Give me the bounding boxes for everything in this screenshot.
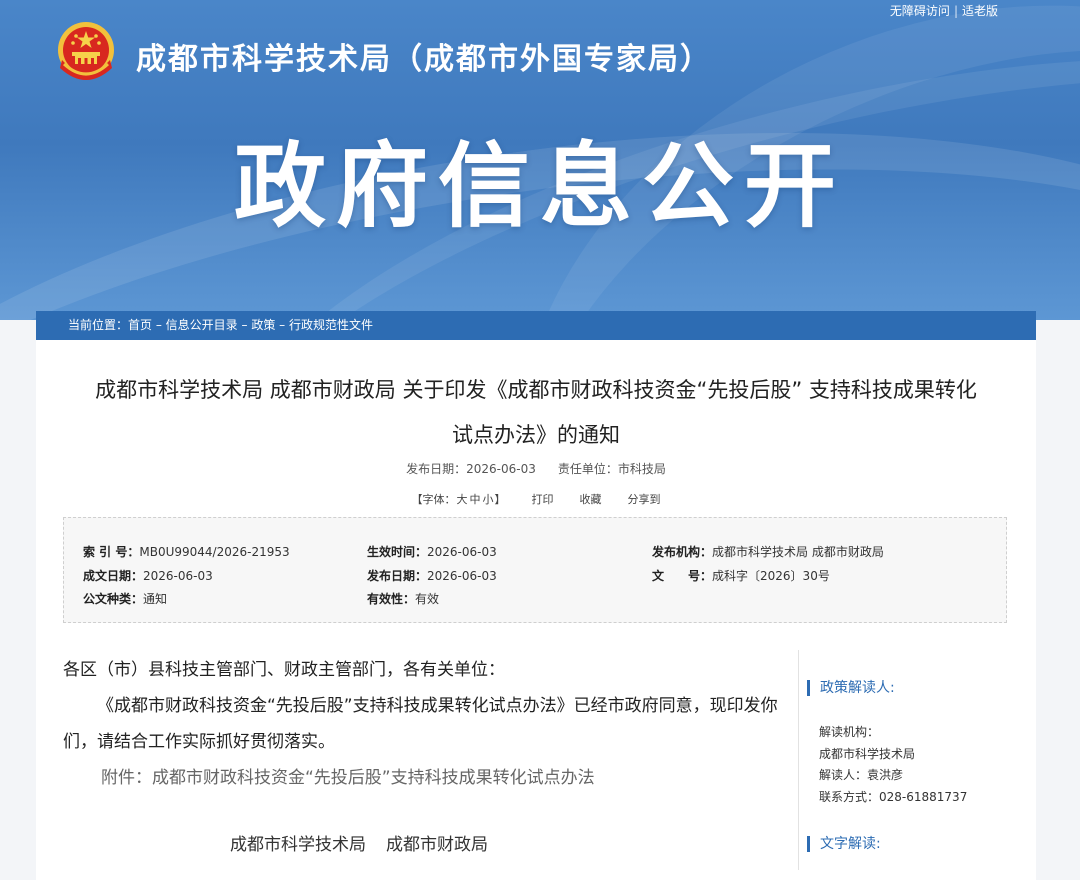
info-doc-number: 文 号：成科字〔2026〕30号 <box>652 567 830 584</box>
info-written-date-label: 成文日期： <box>83 569 144 583</box>
font-size-small-button[interactable]: 小 <box>483 493 494 506</box>
interpret-person-label: 解读人： <box>819 768 868 782</box>
info-issuer-label: 发布机构： <box>652 545 713 559</box>
info-effective-value: 2026-06-03 <box>427 545 497 559</box>
content-card: 成都市科学技术局 成都市财政局 关于印发《成都市财政科技资金“先投后股” 支持科… <box>36 340 1036 880</box>
breadcrumb: 当前位置：首页 – 信息公开目录 – 政策 – 行政规范性文件 <box>36 311 1036 340</box>
publish-date-label: 发布日期： <box>406 462 467 476</box>
national-emblem-icon <box>58 22 114 80</box>
breadcrumb-home-link[interactable]: 首页 <box>128 318 152 332</box>
breadcrumb-info-catalog-link[interactable]: 信息公开目录 <box>166 318 238 332</box>
interpret-org-value: 成都市科学技术局 <box>819 747 916 761</box>
article-title-line: 试点办法》的通知 <box>452 423 620 447</box>
info-issuer: 发布机构：成都市科学技术局 成都市财政局 <box>652 543 884 560</box>
info-publish-date-value: 2026-06-03 <box>427 569 497 583</box>
favorite-button[interactable]: 收藏 <box>580 493 602 506</box>
interpret-org-label: 解读机构： <box>819 725 880 739</box>
breadcrumb-separator: – <box>152 318 166 332</box>
attachment-link[interactable]: 成都市财政科技资金“先投后股”支持科技成果转化试点办法 <box>152 768 595 788</box>
info-publish-date: 发布日期：2026-06-03 <box>367 567 497 584</box>
share-button[interactable]: 分享到 <box>628 493 661 506</box>
header-banner: 无障碍访问 | 适老版 成都市科学技术局（成都市外国专家局） 政府信息公开 <box>0 0 1080 320</box>
info-index: 索 引 号：MB0U99044/2026-21953 <box>83 543 290 560</box>
font-size-large-button[interactable]: 大 <box>457 493 468 506</box>
breadcrumb-separator: – <box>275 318 289 332</box>
info-index-label: 索 引 号： <box>83 545 140 559</box>
top-links: 无障碍访问 | 适老版 <box>890 2 998 19</box>
attachment-line: 附件：成都市财政科技资金“先投后股”支持科技成果转化试点办法 <box>63 760 793 796</box>
font-size-label-close: 】 <box>494 493 506 506</box>
article-title: 成都市科学技术局 成都市财政局 关于印发《成都市财政科技资金“先投后股” 支持科… <box>66 368 1006 458</box>
font-size-medium-button[interactable]: 中 <box>470 493 481 506</box>
publish-date-value: 2026-06-03 <box>466 462 536 476</box>
info-publish-date-label: 发布日期： <box>367 569 428 583</box>
article-tools: 【字体：大中小】 打印 收藏 分享到 <box>36 491 1036 507</box>
responsible-dept-value: 市科技局 <box>617 462 666 476</box>
responsible-dept-label: 责任单位： <box>557 462 618 476</box>
interpret-contact-value: 028-61881737 <box>879 790 968 804</box>
signatory: 成都市财政局 <box>386 835 488 855</box>
accessibility-link[interactable]: 无障碍访问 <box>890 4 950 18</box>
article-title-line: 成都市科学技术局 成都市财政局 关于印发《成都市财政科技资金“先投后股” 支持科… <box>95 378 977 402</box>
info-written-date-value: 2026-06-03 <box>143 569 213 583</box>
elderly-mode-link[interactable]: 适老版 <box>962 4 998 18</box>
hero-title: 政府信息公开 <box>233 133 846 240</box>
info-doc-number-value: 成科字〔2026〕30号 <box>712 569 830 583</box>
body-paragraph: 《成都市财政科技资金“先投后股”支持科技成果转化试点办法》已经市政府同意，现印发… <box>63 696 778 752</box>
attachment-label: 附件： <box>101 768 152 788</box>
breadcrumb-policy-link[interactable]: 政策 <box>251 318 275 332</box>
interpret-contact: 联系方式：028-61881737 <box>819 788 967 805</box>
breadcrumb-separator: – <box>237 318 252 332</box>
site-title: 成都市科学技术局（成都市外国专家局） <box>136 42 712 77</box>
info-written-date: 成文日期：2026-06-03 <box>83 567 213 584</box>
info-effective-label: 生效时间： <box>367 545 428 559</box>
breadcrumb-normative-docs-link[interactable]: 行政规范性文件 <box>289 318 373 332</box>
text-interpretation-heading: 文字解读: <box>807 836 881 852</box>
info-doc-type-label: 公文种类： <box>83 592 144 606</box>
document-info-box: 索 引 号：MB0U99044/2026-21953 生效时间：2026-06-… <box>63 517 1007 623</box>
info-index-value: MB0U99044/2026-21953 <box>139 545 290 559</box>
policy-interpreter-heading: 政策解读人: <box>807 680 895 696</box>
body-salutation: 各区（市）县科技主管部门、财政主管部门，各有关单位： <box>63 660 505 680</box>
breadcrumb-prefix: 当前位置： <box>68 318 129 332</box>
info-doc-type-value: 通知 <box>143 592 168 606</box>
top-links-separator: | <box>953 4 958 18</box>
signatory: 成都市科学技术局 <box>230 835 366 855</box>
info-doc-number-label: 文 号： <box>652 569 713 583</box>
interpret-contact-label: 联系方式： <box>819 790 880 804</box>
info-effective: 生效时间：2026-06-03 <box>367 543 497 560</box>
info-validity: 有效性：有效 <box>367 590 439 607</box>
print-button[interactable]: 打印 <box>532 493 554 506</box>
policy-interpretation-panel: 政策解读人: 解读机构： 成都市科学技术局 解读人：袁洪彦 联系方式：028-6… <box>798 650 1037 870</box>
signature-line: 成都市科学技术局 成都市财政局 <box>230 830 488 855</box>
info-issuer-value: 成都市科学技术局 成都市财政局 <box>712 545 884 559</box>
article-meta: 发布日期：2026-06-03 责任单位：市科技局 <box>36 460 1036 477</box>
font-size-label-open: 【字体： <box>411 493 456 506</box>
interpret-person: 解读人：袁洪彦 <box>819 766 903 783</box>
info-doc-type: 公文种类：通知 <box>83 590 167 607</box>
article-body: 各区（市）县科技主管部门、财政主管部门，各有关单位： 《成都市财政科技资金“先投… <box>63 652 793 796</box>
info-validity-value: 有效 <box>415 592 440 606</box>
interpret-person-value: 袁洪彦 <box>867 768 904 782</box>
info-validity-label: 有效性： <box>367 592 416 606</box>
